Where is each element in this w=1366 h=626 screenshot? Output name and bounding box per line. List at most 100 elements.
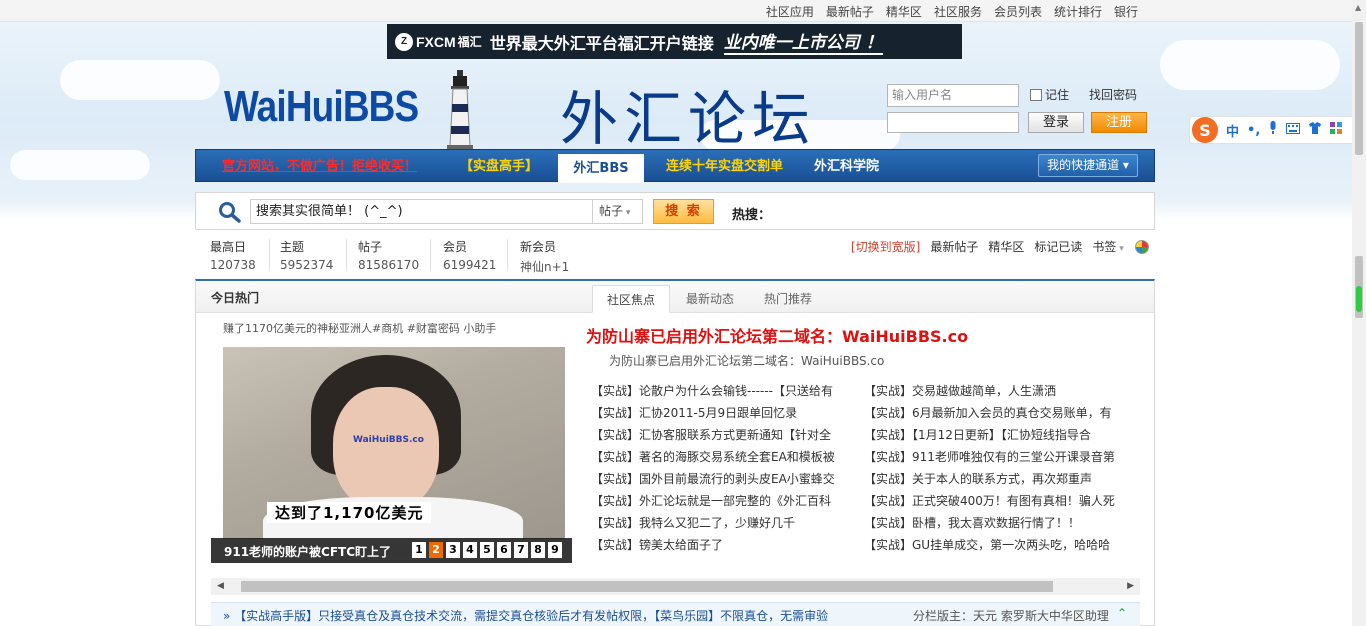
slideshow[interactable]: 赚了1170亿美元的神秘亚洲人#商机 #财富密码 小助手 WaiHuiBBS.c… xyxy=(211,323,572,563)
latest-posts-link[interactable]: 最新帖子 xyxy=(930,238,978,255)
top-links-bar: 社区应用 最新帖子 精华区 社区服务 会员列表 统计排行 银行 xyxy=(0,0,1352,22)
list-item[interactable]: 【实战】外汇论坛就是一部完整的《外汇百科 xyxy=(591,490,851,512)
site-logo[interactable]: WaiHuiBBS xyxy=(224,82,419,132)
list-item[interactable]: 【实战】【1月12日更新】【汇协短线指导合 xyxy=(864,424,1124,446)
scroll-right-icon[interactable]: ▶ xyxy=(1127,581,1134,591)
quick-channel-dropdown[interactable]: 我的快捷通道 ▾ xyxy=(1038,154,1138,177)
ime-chinese-mode[interactable]: 中 xyxy=(1226,121,1239,140)
list-item[interactable]: 【实战】汇协2011-5月9日跟单回忆录 xyxy=(591,402,851,424)
checkbox-icon[interactable] xyxy=(1030,88,1042,101)
list-item[interactable]: 【实战】我特么又犯二了，少赚好几千 xyxy=(591,512,851,534)
sogou-ime-icon[interactable]: S xyxy=(1192,117,1218,143)
tab-latest[interactable]: 最新动态 xyxy=(672,285,748,313)
tab-recommend[interactable]: 热门推荐 xyxy=(750,285,826,313)
divider xyxy=(269,239,270,271)
notice-text[interactable]: » 【实战高手版】只接受真仓及真仓技术交流，需提交真仓核验后才有发帖权限，【菜鸟… xyxy=(223,607,828,624)
remember-checkbox[interactable]: 记住 xyxy=(1030,86,1069,103)
tab-focus[interactable]: 社区焦点 xyxy=(592,285,670,313)
pager-5[interactable]: 5 xyxy=(480,542,494,558)
search-button[interactable]: 搜 索 xyxy=(653,199,714,224)
search-type-select[interactable]: 帖子 ▾ xyxy=(593,199,643,224)
slide-pager: 1 2 3 4 5 6 7 8 9 xyxy=(412,542,562,558)
list-item[interactable]: 【实战】911老师唯独仅有的三堂公开课录音第 xyxy=(864,446,1124,468)
ime-keyboard-icon[interactable] xyxy=(1286,122,1301,138)
list-item[interactable]: 【实战】交易越做越简单，人生潇洒 xyxy=(864,380,1124,402)
slide-image[interactable]: WaiHuiBBS.co 达到了1,170亿美元 xyxy=(223,347,565,557)
pager-6[interactable]: 6 xyxy=(497,542,511,558)
login-button[interactable]: 登录 xyxy=(1028,112,1084,133)
list-item[interactable]: 【实战】关于本人的联系方式，再次郑重声 xyxy=(864,468,1124,490)
ime-punctuation-icon[interactable]: •, xyxy=(1247,123,1260,138)
horizontal-scrollbar[interactable]: ◀ ▶ xyxy=(211,578,1140,595)
mark-read-link[interactable]: 标记已读 xyxy=(1034,238,1082,255)
scroll-indicator xyxy=(1356,286,1362,312)
forum-notice: » 【实战高手版】只接受真仓及真仓技术交流，需提交真仓核验后才有发帖权限，【菜鸟… xyxy=(211,602,1140,626)
toplink-digest[interactable]: 精华区 xyxy=(880,3,928,20)
stat-new-member: 新会员 神仙n+1 xyxy=(520,240,570,274)
forgot-password-link[interactable]: 找回密码 xyxy=(1089,86,1137,103)
list-item[interactable]: 【实战】汇协客服联系方式更新通知【针对全 xyxy=(591,424,851,446)
scroll-left-icon[interactable]: ◀ xyxy=(217,581,224,591)
list-item[interactable]: 【实战】卧槽，我太喜欢数据行情了！！ xyxy=(864,512,1124,534)
toplink-services[interactable]: 社区服务 xyxy=(928,3,988,20)
pager-2[interactable]: 2 xyxy=(429,542,443,558)
nav-real-trading[interactable]: 【实盘高手】 xyxy=(460,150,538,183)
divider xyxy=(430,239,431,271)
theme-color-icon[interactable] xyxy=(1135,240,1149,254)
hot-search-label: 热搜： xyxy=(732,208,772,223)
page-scrollbar[interactable]: ▲ xyxy=(1352,0,1366,626)
scrollbar-thumb[interactable] xyxy=(1355,22,1363,155)
list-item[interactable]: 【实战】正式突破400万！有图有真相！骗人死 xyxy=(864,490,1124,512)
divider xyxy=(346,239,347,271)
stat-max-day: 最高日 120738 xyxy=(210,240,256,272)
digest-link[interactable]: 精华区 xyxy=(988,238,1024,255)
lighthouse-icon xyxy=(447,70,473,150)
pager-4[interactable]: 4 xyxy=(463,542,477,558)
pager-8[interactable]: 8 xyxy=(531,542,545,558)
bookmark-dropdown[interactable]: 书签 ▾ xyxy=(1092,238,1123,255)
toplink-latest[interactable]: 最新帖子 xyxy=(820,3,880,20)
toplink-bank[interactable]: 银行 xyxy=(1108,3,1144,20)
moderators[interactable]: 分栏版主：天元 索罗斯大中华区助理 xyxy=(913,607,1109,624)
pager-1[interactable]: 1 xyxy=(412,542,426,558)
scrollbar-thumb[interactable] xyxy=(241,581,1053,592)
toplink-members[interactable]: 会员列表 xyxy=(988,3,1048,20)
password-input[interactable] xyxy=(887,112,1019,133)
register-button[interactable]: 注册 xyxy=(1091,112,1147,133)
fxcm-banner[interactable]: Z FXCM 福汇 世界最大外汇平台福汇开户链接 业内唯一上市公司 ！ xyxy=(387,24,962,59)
quick-links: [切换到宽版] 最新帖子 精华区 标记已读 书签 ▾ xyxy=(851,238,1124,255)
nav-ten-years[interactable]: 连续十年实盘交割单 xyxy=(666,150,783,183)
pager-7[interactable]: 7 xyxy=(514,542,528,558)
panel-header: 今日热门 社区焦点 最新动态 热门推荐 xyxy=(196,281,1154,313)
list-item[interactable]: 【实战】国外目前最流行的剥头皮EA小蜜蜂交 xyxy=(591,468,851,490)
nav-tab-bbs[interactable]: 外汇BBS xyxy=(558,154,644,183)
chevron-down-icon: ▾ xyxy=(1116,244,1124,254)
chevron-down-icon: ▾ xyxy=(1122,158,1129,172)
ime-menu-icon[interactable] xyxy=(1330,122,1343,138)
ime-voice-icon[interactable] xyxy=(1268,121,1278,139)
chevron-down-icon: ▾ xyxy=(623,208,631,218)
pager-3[interactable]: 3 xyxy=(446,542,460,558)
ime-skin-icon[interactable] xyxy=(1308,122,1322,138)
list-item[interactable]: 【实战】6月最新加入会员的真仓交易账单，有 xyxy=(864,402,1124,424)
ime-toolbar[interactable]: S 中 •, xyxy=(1189,116,1365,144)
username-input[interactable]: 输入用户名 xyxy=(887,84,1019,107)
toplink-stats[interactable]: 统计排行 xyxy=(1048,3,1108,20)
slide-title[interactable]: 911老师的账户被CFTC盯上了 xyxy=(224,543,391,560)
list-item[interactable]: 【实战】GU挂单成交，第一次两头吃，哈哈哈 xyxy=(864,534,1124,556)
search-input[interactable]: 搜索其实很简单！ (^_^) xyxy=(250,199,593,224)
panel-title: 今日热门 xyxy=(211,291,260,305)
nav-official-link[interactable]: 官方网站，不做广告！拒绝收买！ xyxy=(222,150,417,183)
headline-link[interactable]: 为防山寨已启用外汇论坛第二域名：WaiHuiBBS.co xyxy=(586,323,968,347)
list-item[interactable]: 【实战】镑美太给面子了 xyxy=(591,534,851,556)
list-item[interactable]: 【实战】论散户为什么会输钱------【只送给有 xyxy=(591,380,851,402)
collapse-up-icon[interactable]: ⌃ xyxy=(1117,606,1127,620)
pager-9[interactable]: 9 xyxy=(548,542,562,558)
thread-list-left: 【实战】论散户为什么会输钱------【只送给有 【实战】汇协2011-5月9日… xyxy=(591,380,851,556)
scroll-up-icon[interactable]: ▲ xyxy=(1355,3,1361,12)
switch-wide-link[interactable]: [切换到宽版] xyxy=(851,238,920,255)
list-item[interactable]: 【实战】著名的海豚交易系统全套EA和模板被 xyxy=(591,446,851,468)
toplink-apps[interactable]: 社区应用 xyxy=(760,3,820,20)
hot-panel: 今日热门 社区焦点 最新动态 热门推荐 赚了1170亿美元的神秘亚洲人#商机 #… xyxy=(195,279,1155,626)
nav-academy[interactable]: 外汇科学院 xyxy=(814,150,879,183)
